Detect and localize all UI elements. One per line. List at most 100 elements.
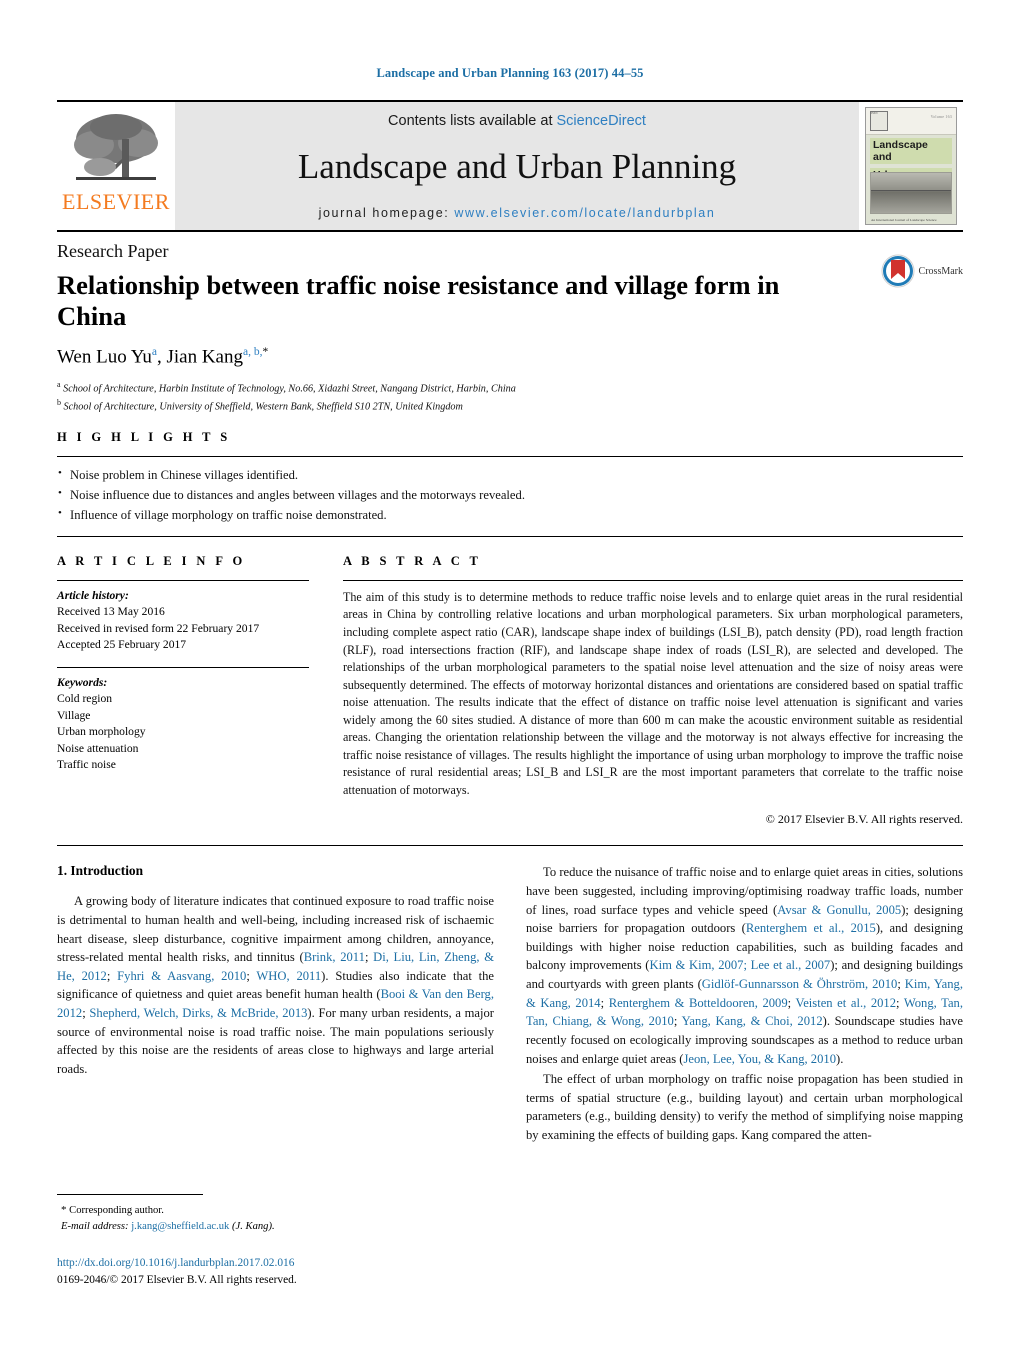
article-info-heading: A R T I C L E I N F O xyxy=(57,553,246,568)
doi-link[interactable]: http://dx.doi.org/10.1016/j.landurbplan.… xyxy=(57,1255,467,1272)
citation-link[interactable]: Jeon, Lee, You, & Kang, 2010 xyxy=(683,1052,836,1066)
abstract-text: The aim of this study is to determine me… xyxy=(343,589,963,797)
author-2-name: Jian Kang xyxy=(166,345,243,367)
text-run: ; xyxy=(600,995,609,1010)
citation-link[interactable]: Renterghem & Botteldooren, 2009 xyxy=(609,996,788,1010)
text-run: The effect of urban morphology on traffi… xyxy=(526,1072,963,1143)
body-columns: 1. Introduction A growing body of litera… xyxy=(57,846,963,1146)
author-1-marks: a xyxy=(151,345,157,358)
homepage-url-link[interactable]: www.elsevier.com/locate/landurbplan xyxy=(454,206,715,220)
list-item: Noise influence due to distances and ang… xyxy=(57,485,963,506)
article-info-column: A R T I C L E I N F O Article history: R… xyxy=(57,554,309,827)
crossmark-label: CrossMark xyxy=(918,265,963,277)
highlights-section: H I G H L I G H T S Noise problem in Chi… xyxy=(57,414,963,537)
contents-available-line: Contents lists available at ScienceDirec… xyxy=(388,113,646,129)
affiliation-a-mark: a xyxy=(57,379,61,389)
list-item: Influence of village morphology on traff… xyxy=(57,505,963,526)
text-run: ; xyxy=(673,1014,682,1029)
text-run: ). xyxy=(836,1051,844,1066)
article-header: Research Paper Relationship between traf… xyxy=(57,232,963,414)
affiliation-b-text: School of Architecture, University of Sh… xyxy=(63,400,463,412)
corresponding-author-note: * Corresponding author. xyxy=(57,1202,467,1219)
crossmark-icon xyxy=(881,254,915,288)
cover-header-band: ISSN Volume 163 xyxy=(866,108,956,135)
text-run: ; xyxy=(364,950,374,965)
citation-link[interactable]: Yang, Kang, & Choi, 2012 xyxy=(682,1014,823,1028)
citation-link[interactable]: WHO, 2011 xyxy=(256,969,321,983)
article-history-title: Article history: xyxy=(57,588,129,602)
keyword-item: Traffic noise xyxy=(57,757,116,771)
crossmark-badge[interactable]: CrossMark xyxy=(881,254,963,288)
paragraph: To reduce the nuisance of traffic noise … xyxy=(526,863,963,1068)
citation-link[interactable]: Fyhri & Aasvang, 2010 xyxy=(117,969,246,983)
contents-prefix: Contents lists available at xyxy=(388,113,557,129)
author-list: Wen Luo Yua, Jian Kanga, b,* xyxy=(57,345,269,367)
email-note: E-mail address: j.kang@sheffield.ac.uk (… xyxy=(57,1219,467,1235)
body-column-right: To reduce the nuisance of traffic noise … xyxy=(526,863,963,1146)
cover-title-line1: Landscape and xyxy=(870,138,952,165)
paper-type-label: Research Paper xyxy=(57,241,169,261)
sciencedirect-link[interactable]: ScienceDirect xyxy=(557,113,646,129)
citation-link[interactable]: Gidlöf-Gunnarsson & Öhrström, 2010 xyxy=(702,977,898,991)
journal-title: Landscape and Urban Planning xyxy=(297,147,737,187)
keyword-item: Urban morphology xyxy=(57,725,146,739)
citation-link[interactable]: Renterghem et al., 2015 xyxy=(746,921,876,935)
info-abstract-section: A R T I C L E I N F O Article history: R… xyxy=(57,537,963,827)
article-history-block: Article history: Received 13 May 2016 Re… xyxy=(57,581,309,654)
affiliation-a-text: School of Architecture, Harbin Institute… xyxy=(63,383,516,395)
citation-link[interactable]: Kim & Kim, 2007; Lee et al., 2007 xyxy=(649,958,830,972)
abstract-copyright: © 2017 Elsevier B.V. All rights reserved… xyxy=(765,812,963,827)
highlights-heading: H I G H L I G H T S xyxy=(57,430,231,445)
keyword-item: Noise attenuation xyxy=(57,741,139,755)
keyword-item: Cold region xyxy=(57,692,113,706)
author-2-marks: a, b,* xyxy=(243,345,269,358)
keywords-block: Keywords: Cold region Village Urban morp… xyxy=(57,668,309,774)
citation-link[interactable]: Veisten et al., 2012 xyxy=(796,996,897,1010)
abstract-column: A B S T R A C T The aim of this study is… xyxy=(343,554,963,827)
citation-link[interactable]: Avsar & Gonullu, 2005 xyxy=(777,903,901,917)
affiliation-b: b School of Architecture, University of … xyxy=(57,397,963,415)
asterisk-icon: * xyxy=(61,1204,67,1216)
paragraph: The effect of urban morphology on traffi… xyxy=(526,1070,963,1145)
citation-link[interactable]: Shepherd, Welch, Dirks, & McBride, 2013 xyxy=(89,1006,307,1020)
journal-cover-thumbnail: ISSN Volume 163 Landscape and Urban Plan… xyxy=(859,102,963,230)
keyword-item: Village xyxy=(57,708,91,722)
page-title: Relationship between traffic noise resis… xyxy=(57,270,780,332)
history-item: Accepted 25 February 2017 xyxy=(57,638,187,652)
running-head: Landscape and Urban Planning 163 (2017) … xyxy=(376,66,644,80)
email-link[interactable]: j.kang@sheffield.ac.uk xyxy=(131,1221,229,1232)
cover-badge: ISSN xyxy=(870,111,888,131)
citation-link[interactable]: Brink, 2011 xyxy=(304,950,365,964)
article-page: Landscape and Urban Planning 163 (2017) … xyxy=(0,0,1020,1351)
doi-block: http://dx.doi.org/10.1016/j.landurbplan.… xyxy=(57,1255,467,1289)
text-run: ; xyxy=(787,995,796,1010)
corresponding-author-text: Corresponding author. xyxy=(69,1205,164,1216)
footnote-rule xyxy=(57,1194,203,1195)
elsevier-tree-icon xyxy=(74,114,158,180)
abstract-heading: A B S T R A C T xyxy=(343,553,482,568)
journal-homepage-line: journal homepage: www.elsevier.com/locat… xyxy=(319,206,716,220)
issn-copyright-line: 0169-2046/© 2017 Elsevier B.V. All right… xyxy=(57,1273,297,1286)
text-run: ; xyxy=(106,968,118,983)
text-run: ; xyxy=(246,968,257,983)
email-suffix: (J. Kang). xyxy=(232,1220,275,1232)
elsevier-logo: ELSEVIER xyxy=(57,102,175,230)
cover-footer-text: An International Journal of Landscape Sc… xyxy=(871,218,937,222)
footnote-area: * Corresponding author. E-mail address: … xyxy=(57,1194,467,1289)
cover-photo xyxy=(870,172,952,214)
highlights-list: Noise problem in Chinese villages identi… xyxy=(57,457,963,536)
cover-volume-text: Volume 163 xyxy=(930,114,952,119)
paragraph: A growing body of literature indicates t… xyxy=(57,892,494,1078)
author-1-name: Wen Luo Yu xyxy=(57,345,152,367)
journal-masthead: ELSEVIER Contents lists available at Sci… xyxy=(57,100,963,230)
section-title-introduction: 1. Introduction xyxy=(57,863,144,879)
body-column-left: 1. Introduction A growing body of litera… xyxy=(57,863,494,1146)
list-item: Noise problem in Chinese villages identi… xyxy=(57,465,963,486)
affiliation-b-mark: b xyxy=(57,397,61,407)
cover-image: ISSN Volume 163 Landscape and Urban Plan… xyxy=(865,107,957,225)
text-run: ; xyxy=(897,977,905,992)
elsevier-wordmark: ELSEVIER xyxy=(62,189,170,214)
history-item: Received in revised form 22 February 201… xyxy=(57,621,260,635)
corresponding-marker: * xyxy=(262,345,269,358)
homepage-label: journal homepage: xyxy=(318,206,450,220)
